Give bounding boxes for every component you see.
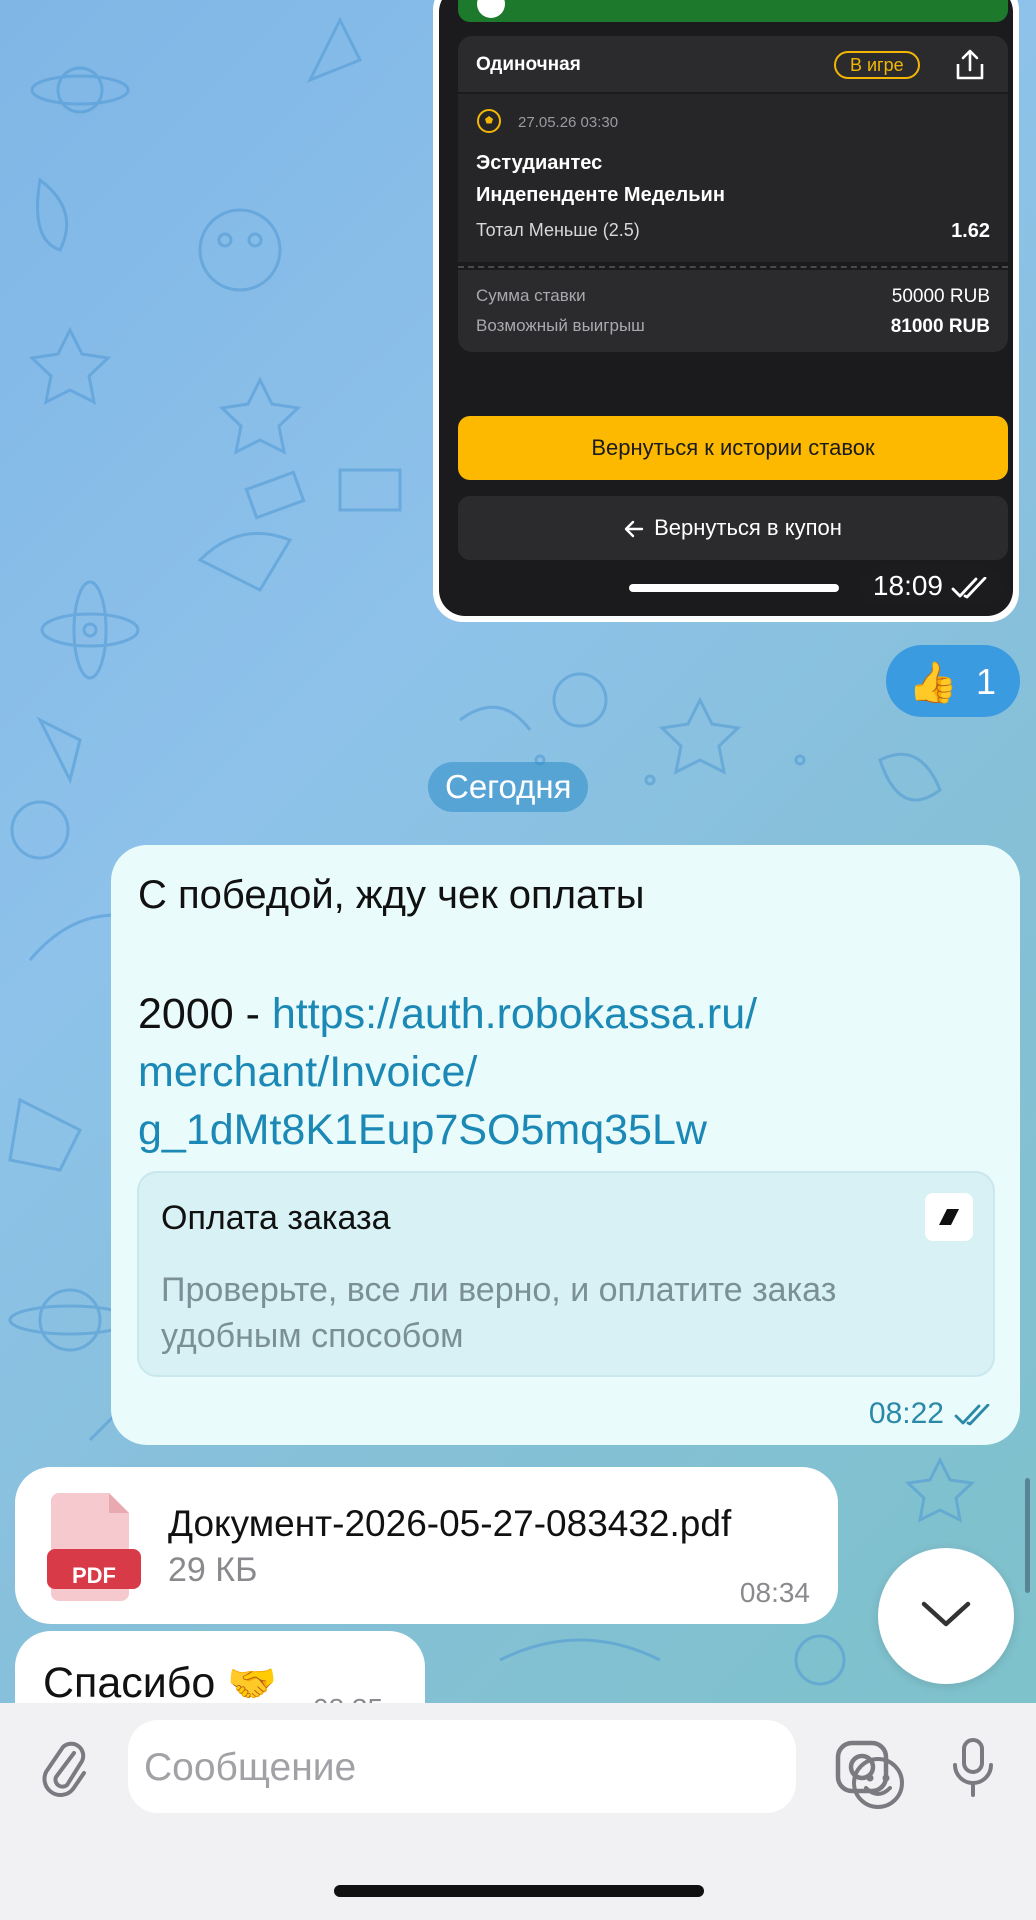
amount-prefix: 2000 - xyxy=(138,990,272,1038)
bet-screenshot[interactable]: Одиночная В игре 27.05.26 03:30 Эстудиан… xyxy=(439,0,1013,616)
team-home: Эстудиантес xyxy=(476,152,603,174)
arrow-left-icon xyxy=(624,520,644,538)
screenshot-home-indicator xyxy=(629,584,839,592)
back-to-coupon-button: Вернуться в купон xyxy=(458,496,1008,560)
file-size: 29 КБ xyxy=(168,1551,258,1589)
invoice-link-part-1: https://auth.robokassa.ru/ xyxy=(271,990,758,1038)
invoice-link-part-2: merchant/Invoice/ xyxy=(138,1048,478,1096)
message-input[interactable]: Сообщение xyxy=(128,1720,904,1813)
divider xyxy=(458,266,1008,268)
share-icon xyxy=(956,49,984,80)
bet-card-header: Одиночная В игре xyxy=(458,36,1008,92)
message-amount-line: 2000 - https://auth.robokassa.ru/merchan… xyxy=(138,985,998,1159)
message-time: 08:34 xyxy=(739,1577,810,1608)
chevron-down-icon xyxy=(921,1601,971,1627)
stake-value: 50000 RUB xyxy=(891,286,990,307)
invoice-link-part-3: g_1dMt8K1Eup7SO5mq35Lw xyxy=(138,1106,707,1154)
scroll-down-button[interactable] xyxy=(878,1548,1014,1684)
reaction-count: 1 xyxy=(976,661,997,702)
bet-market: Тотал Меньше (2.5) xyxy=(476,220,640,240)
preview-title: Оплата заказа xyxy=(161,1199,391,1237)
file-name: Документ-2026-05-27-083432.pdf xyxy=(168,1503,732,1544)
scrollbar[interactable] xyxy=(1025,1478,1030,1593)
attach-icon[interactable] xyxy=(42,1739,90,1799)
win-label: Возможный выигрыш xyxy=(476,316,645,335)
home-indicator xyxy=(334,1885,704,1897)
photo-message[interactable]: Одиночная В игре 27.05.26 03:30 Эстудиан… xyxy=(433,0,1019,622)
message-placeholder: Сообщение xyxy=(144,1746,357,1789)
message-time: 18:09 xyxy=(858,566,1003,606)
stake-label: Сумма ставки xyxy=(476,286,586,305)
bet-history-button: Вернуться к истории ставок xyxy=(458,416,1008,480)
link-preview[interactable]: Оплата заказа Проверьте, все ли верно, и… xyxy=(137,1171,995,1377)
time-label: 08:22 xyxy=(868,1397,944,1430)
bet-odd: 1.62 xyxy=(951,220,990,242)
preview-description: Проверьте, все ли верно, и оплатите зака… xyxy=(161,1271,837,1355)
mic-icon[interactable] xyxy=(950,1737,996,1799)
date-separator: Сегодня xyxy=(428,762,589,812)
handshake-icon: 🤝 xyxy=(227,1662,278,1706)
message-text: С победой, жду чек оплаты xyxy=(138,873,645,917)
robokassa-logo-icon xyxy=(925,1193,973,1241)
bet-summary: Сумма ставки 50000 RUB Возможный выигрыш… xyxy=(458,270,1008,352)
pdf-icon-label: PDF xyxy=(72,1563,116,1588)
back-to-coupon-label: Вернуться в купон xyxy=(654,515,842,540)
thumbs-up-icon: 👍 xyxy=(908,661,958,705)
double-check-icon xyxy=(954,1403,990,1426)
football-icon xyxy=(477,109,501,133)
bet-type: Одиночная xyxy=(476,54,581,75)
success-banner xyxy=(458,0,1008,22)
team-away: Индепенденте Медельин xyxy=(476,184,725,206)
bet-event: 27.05.26 03:30 Эстудиантес Индепенденте … xyxy=(458,94,1008,262)
time-label: 18:09 xyxy=(872,570,943,601)
message-text-label: Спасибо xyxy=(43,1659,216,1707)
composer-bar: Сообщение xyxy=(0,1703,1036,1920)
win-value: 81000 RUB xyxy=(890,316,990,337)
camera-icon[interactable] xyxy=(834,1739,890,1795)
outgoing-message[interactable]: С победой, жду чек оплаты 2000 - https:/… xyxy=(111,845,1020,1445)
message-time: 08:22 xyxy=(869,1397,992,1431)
reaction-chip[interactable]: 👍 1 xyxy=(886,645,1020,717)
event-date: 27.05.26 03:30 xyxy=(518,114,619,131)
message-text: Спасибо 🤝 xyxy=(43,1659,277,1708)
document-message[interactable]: PDF Документ-2026-05-27-083432.pdf 29 КБ… xyxy=(15,1467,838,1624)
status-badge: В игре xyxy=(834,51,920,79)
double-check-icon xyxy=(951,576,987,599)
